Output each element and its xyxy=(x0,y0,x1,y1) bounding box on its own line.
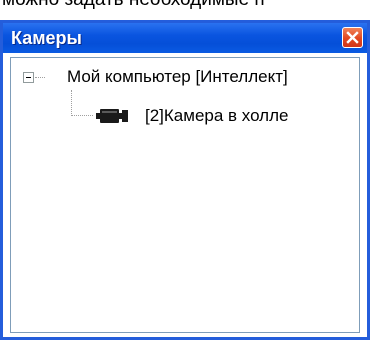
minus-box-icon[interactable] xyxy=(23,72,34,83)
window-title: Камеры xyxy=(11,28,82,48)
close-button[interactable] xyxy=(342,27,363,48)
title-bar[interactable]: Камеры xyxy=(3,23,367,53)
background-text: можно задать необходимые п xyxy=(0,0,370,11)
tree-connector-line xyxy=(35,77,45,78)
camera-icon xyxy=(96,109,128,123)
cameras-window: Камеры Мой компьютер [Интеллект] [2]Каме… xyxy=(0,20,370,340)
tree-connector-line xyxy=(71,115,93,116)
tree-item-camera-hall[interactable]: [2]Камера в холле xyxy=(145,106,288,126)
close-icon xyxy=(346,31,359,44)
tree-root-label[interactable]: Мой компьютер [Интеллект] xyxy=(67,67,288,87)
tree-connector-line xyxy=(71,90,72,116)
camera-tree: Мой компьютер [Интеллект] [2]Камера в хо… xyxy=(10,57,360,333)
